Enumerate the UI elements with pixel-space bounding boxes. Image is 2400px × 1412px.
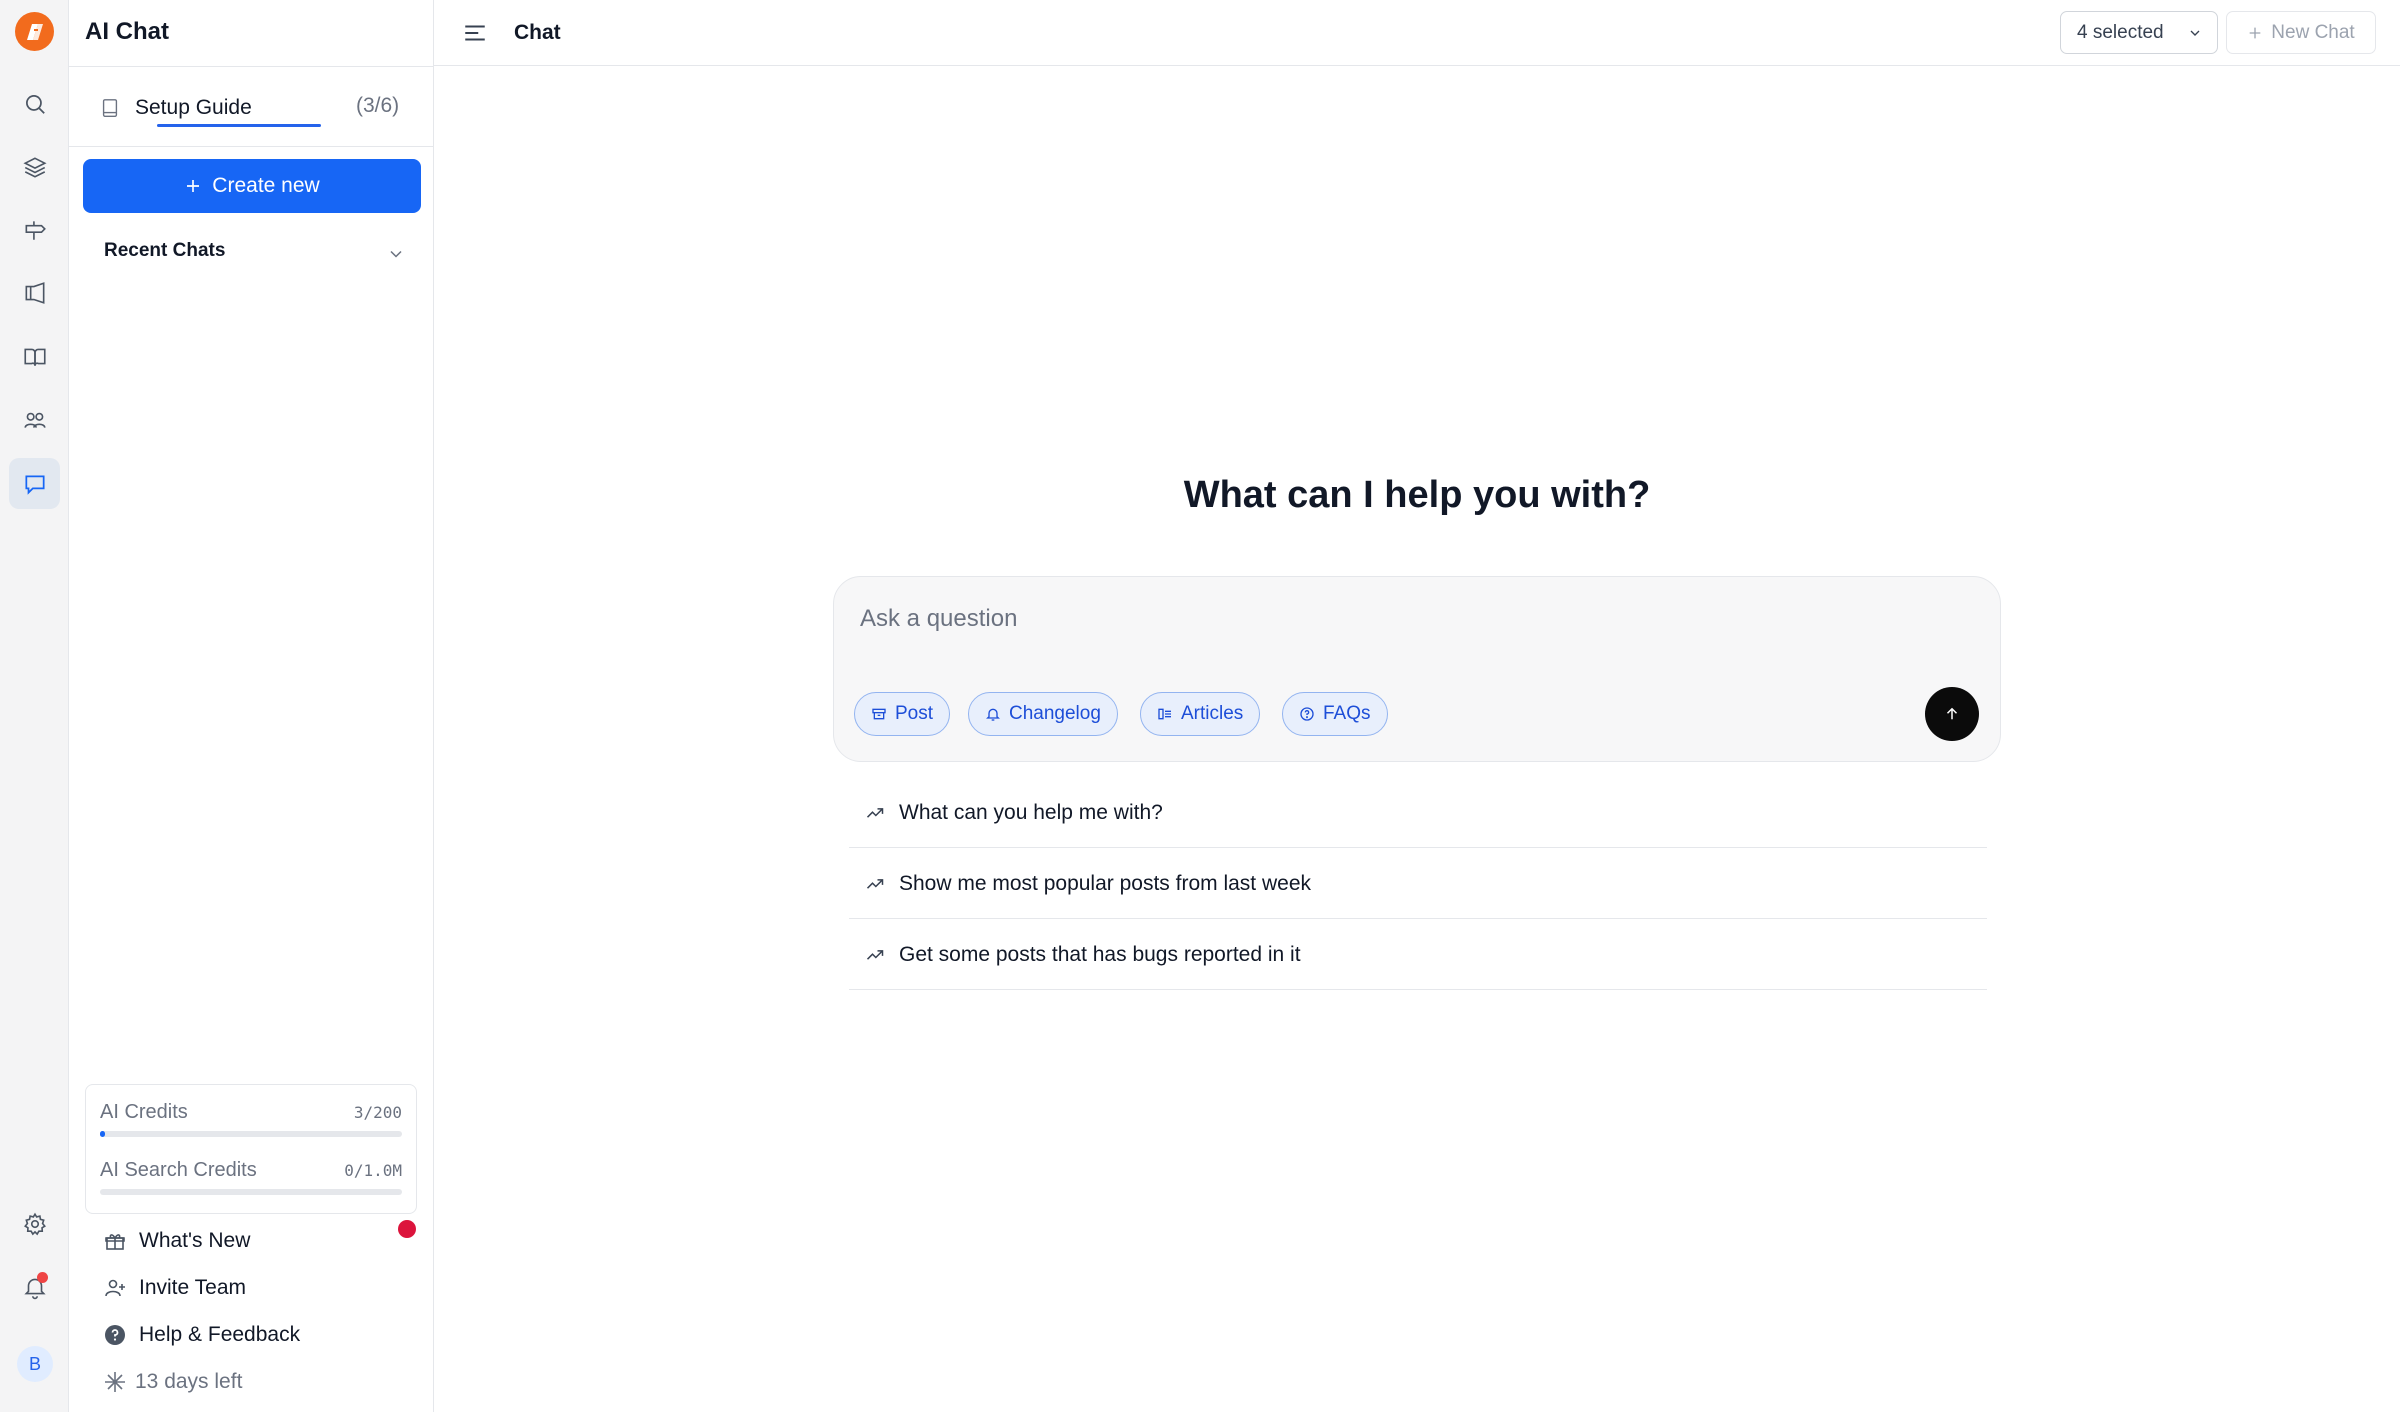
- panel-title: AI Chat: [85, 18, 169, 45]
- source-selector-label: 4 selected: [2077, 21, 2164, 43]
- gear-icon[interactable]: [9, 1198, 60, 1249]
- trending-up-icon: [866, 949, 884, 960]
- ai-credits-label: AI Credits: [100, 1101, 188, 1123]
- icon-rail: B: [0, 0, 69, 1412]
- question-input[interactable]: [860, 599, 1960, 639]
- chip-post[interactable]: Post: [854, 692, 951, 736]
- suggestion-text: Show me most popular posts from last wee…: [899, 871, 1312, 895]
- chat-icon[interactable]: [9, 458, 60, 509]
- invite-team-label: Invite Team: [139, 1276, 246, 1299]
- trial-days-label: 13 days left: [135, 1370, 243, 1393]
- gift-icon: [105, 1234, 125, 1250]
- suggestion-text: What can you help me with?: [899, 800, 1163, 824]
- recent-chats-toggle[interactable]: Recent Chats: [104, 240, 404, 270]
- setup-guide-link[interactable]: Setup Guide (3/6): [99, 88, 439, 128]
- send-button[interactable]: [1925, 687, 1979, 741]
- setup-guide-label: Setup Guide: [135, 96, 252, 119]
- plus-icon: [187, 180, 200, 192]
- create-new-button[interactable]: Create new: [83, 159, 421, 213]
- chip-post-label: Post: [895, 703, 934, 724]
- new-chat-button[interactable]: New Chat: [2226, 11, 2376, 54]
- ai-credits: AI Credits 3/200: [100, 1101, 402, 1137]
- suggestion-item[interactable]: Get some posts that has bugs reported in…: [849, 920, 1987, 990]
- help-icon: [105, 1325, 125, 1345]
- trial-status[interactable]: 13 days left: [103, 1366, 242, 1398]
- trending-up-icon: [866, 807, 884, 818]
- source-selector[interactable]: 4 selected: [2060, 11, 2218, 54]
- ai-credits-bar: [100, 1131, 402, 1137]
- trending-up-icon: [866, 878, 884, 889]
- plus-icon: [2249, 27, 2261, 38]
- chevron-down-icon: [390, 250, 402, 258]
- app-root: B AI Chat Setup Guide (3/6) Create new R…: [0, 0, 2400, 1412]
- search-icon[interactable]: [9, 78, 60, 129]
- credits-card: AI Credits 3/200 AI Search Credits 0/1.0…: [85, 1084, 417, 1214]
- invite-team-link[interactable]: Invite Team: [103, 1272, 246, 1304]
- bell-icon[interactable]: [9, 1261, 60, 1312]
- whats-new-badge: [398, 1220, 416, 1238]
- avatar[interactable]: B: [17, 1346, 53, 1382]
- book-icon: [102, 99, 118, 117]
- layers-icon[interactable]: [9, 141, 60, 192]
- arrow-up-icon: [1946, 707, 1958, 720]
- ai-search-credits-label: AI Search Credits: [100, 1159, 257, 1181]
- notification-dot: [37, 1272, 48, 1283]
- suggestion-item[interactable]: Show me most popular posts from last wee…: [849, 849, 1987, 919]
- ai-search-credits-value: 0/1.0M: [344, 1161, 402, 1180]
- chip-changelog[interactable]: Changelog: [968, 692, 1118, 736]
- help-feedback-label: Help & Feedback: [139, 1323, 301, 1346]
- chip-changelog-label: Changelog: [1009, 703, 1101, 724]
- suggestion-item[interactable]: What can you help me with?: [849, 778, 1987, 848]
- setup-guide-progress: [157, 124, 321, 127]
- chip-faqs-label: FAQs: [1323, 703, 1371, 724]
- bell-icon: [986, 708, 1000, 721]
- welcome-heading: What can I help you with?: [1183, 474, 1651, 516]
- chip-faqs[interactable]: FAQs: [1282, 692, 1388, 736]
- chip-articles-label: Articles: [1181, 703, 1244, 724]
- archive-icon: [872, 708, 886, 720]
- new-chat-label: New Chat: [2271, 21, 2355, 43]
- user-plus-icon: [105, 1279, 125, 1297]
- users-icon[interactable]: [9, 394, 60, 445]
- ai-search-credits-bar: [100, 1189, 402, 1195]
- recent-chats-label: Recent Chats: [104, 240, 226, 261]
- chevron-down-icon: [2190, 30, 2200, 36]
- suggestion-text: Get some posts that has bugs reported in…: [899, 942, 1301, 966]
- create-new-label: Create new: [212, 174, 320, 197]
- whats-new-label: What's New: [139, 1229, 251, 1252]
- megaphone-icon[interactable]: [9, 267, 60, 318]
- chip-articles[interactable]: Articles: [1140, 692, 1261, 736]
- signpost-icon[interactable]: [9, 204, 60, 255]
- book-open-icon[interactable]: [9, 331, 60, 382]
- help-feedback-link[interactable]: Help & Feedback: [103, 1319, 300, 1351]
- ai-credits-fill: [100, 1131, 105, 1137]
- question-circle-icon: [1300, 707, 1314, 721]
- divider: [69, 146, 434, 147]
- divider: [69, 66, 434, 67]
- top-bar: Chat 4 selected New Chat: [434, 0, 2400, 66]
- menu-toggle-icon[interactable]: [462, 20, 488, 46]
- whats-new-link[interactable]: What's New: [103, 1225, 250, 1257]
- setup-guide-count: (3/6): [356, 94, 400, 117]
- ai-credits-value: 3/200: [353, 1103, 402, 1122]
- ai-search-credits: AI Search Credits 0/1.0M: [100, 1159, 402, 1195]
- chat-sidebar: AI Chat Setup Guide (3/6) Create new Rec…: [69, 0, 434, 1412]
- logo-icon[interactable]: [15, 12, 54, 51]
- page-title: Chat: [514, 21, 561, 44]
- question-composer: Post Changelog Articles FAQs: [833, 576, 2001, 762]
- articles-icon: [1158, 708, 1171, 720]
- sparkle-icon: [105, 1372, 125, 1392]
